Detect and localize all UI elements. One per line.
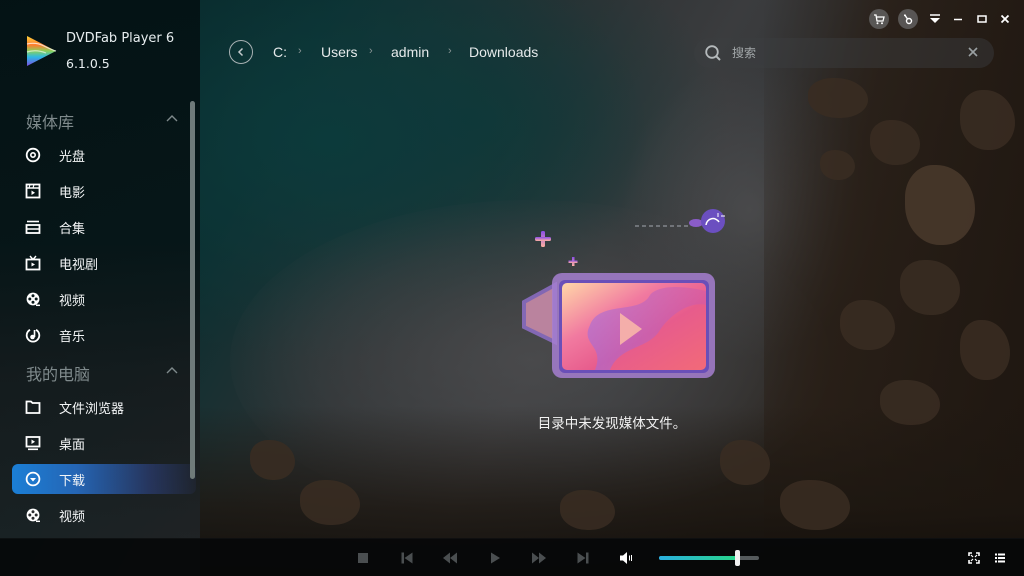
background-rock xyxy=(820,150,855,180)
maximize-icon xyxy=(977,15,987,23)
sidebar-item-label: 视频 xyxy=(59,293,86,309)
rewind-button[interactable] xyxy=(442,551,458,565)
menu-dropdown-icon xyxy=(930,14,940,23)
key-icon xyxy=(903,14,913,25)
background-rock xyxy=(250,440,295,480)
section-heading-media-library[interactable]: 媒体库 xyxy=(26,109,74,133)
background-rock xyxy=(808,78,868,118)
app-logo-icon xyxy=(26,36,57,66)
app-version: 6.1.0.5 xyxy=(66,56,110,71)
minimize-icon xyxy=(954,18,962,21)
back-button[interactable] xyxy=(229,40,253,64)
sidebar-item-desktop[interactable]: 桌面 xyxy=(12,428,196,458)
sidebar-item-label: 电影 xyxy=(59,185,86,201)
cart-icon xyxy=(874,14,885,25)
sidebar-item-disc[interactable]: 光盘 xyxy=(12,140,196,170)
tv-icon xyxy=(25,255,41,271)
search-box xyxy=(694,38,994,68)
sidebar-item-downloads[interactable]: 下载 xyxy=(12,464,196,494)
breadcrumb-separator: › xyxy=(448,45,452,57)
sidebar-item-label: 桌面 xyxy=(59,437,86,453)
sidebar-item-music[interactable]: 音乐 xyxy=(12,320,196,350)
desktop-icon xyxy=(25,435,41,451)
stop-icon xyxy=(358,553,368,563)
sidebar-item-label: 视频 xyxy=(59,509,86,525)
volume-icon xyxy=(620,552,632,564)
section-heading-my-computer[interactable]: 我的电脑 xyxy=(26,361,90,385)
sidebar-item-label: 下载 xyxy=(59,473,86,489)
fullscreen-button[interactable] xyxy=(966,551,982,565)
film-reel-icon xyxy=(25,507,41,523)
breadcrumb-separator: › xyxy=(369,45,373,57)
sidebar-item-movies[interactable]: 电影 xyxy=(12,176,196,206)
sidebar-item-label: 电视剧 xyxy=(59,257,99,273)
breadcrumb-item[interactable]: C: xyxy=(273,44,287,60)
search-input[interactable] xyxy=(732,43,952,63)
next-icon xyxy=(577,552,589,564)
disc-icon xyxy=(25,147,41,163)
sidebar-item-videos[interactable]: 视频 xyxy=(12,284,196,314)
next-button[interactable] xyxy=(575,551,591,565)
film-reel-icon xyxy=(25,291,41,307)
collection-icon xyxy=(25,219,41,235)
sidebar-item-label: 音乐 xyxy=(59,329,86,345)
sidebar-item-label: 合集 xyxy=(59,221,86,237)
sidebar: DVDFab Player 6 6.1.0.5 媒体库 光盘 电影 合集 电视剧… xyxy=(0,0,200,538)
sparkle-icon xyxy=(568,257,578,266)
app-title: DVDFab Player 6 xyxy=(66,31,175,46)
movie-icon xyxy=(25,183,41,199)
music-icon xyxy=(25,327,41,343)
chevron-left-icon xyxy=(237,47,244,57)
breadcrumb-separator: › xyxy=(298,45,302,57)
play-icon xyxy=(491,552,500,564)
fast-forward-icon xyxy=(532,552,546,564)
minimize-button[interactable] xyxy=(951,9,965,29)
clear-search-icon[interactable] xyxy=(966,45,980,59)
mute-button[interactable] xyxy=(619,551,635,565)
volume-slider[interactable] xyxy=(659,550,759,566)
settings-menu-button[interactable] xyxy=(928,9,942,29)
playlist-button[interactable] xyxy=(992,551,1008,565)
rewind-icon xyxy=(443,552,457,564)
sidebar-item-tv-shows[interactable]: 电视剧 xyxy=(12,248,196,278)
volume-slider-thumb[interactable] xyxy=(735,550,740,566)
background-rock xyxy=(560,490,615,530)
stop-button[interactable] xyxy=(355,551,371,565)
sidebar-item-collections[interactable]: 合集 xyxy=(12,212,196,242)
maximize-button[interactable] xyxy=(975,9,989,29)
planet-icon xyxy=(689,209,725,233)
play-button[interactable] xyxy=(487,551,503,565)
sparkle-icon xyxy=(535,231,551,247)
register-button[interactable] xyxy=(898,9,918,29)
sidebar-item-videos-folder[interactable]: 视频 xyxy=(12,500,196,530)
player-control-bar xyxy=(0,538,1024,576)
close-icon xyxy=(1000,14,1010,24)
previous-icon xyxy=(401,552,413,564)
search-icon xyxy=(705,45,721,61)
breadcrumb-item[interactable]: Users xyxy=(321,44,358,60)
volume-slider-fill xyxy=(659,556,737,560)
chevron-up-icon[interactable] xyxy=(165,112,179,126)
breadcrumb-item-current[interactable]: Downloads xyxy=(469,44,538,60)
fast-forward-button[interactable] xyxy=(531,551,547,565)
close-button[interactable] xyxy=(998,9,1012,29)
empty-state-message: 目录中未发现媒体文件。 xyxy=(537,416,687,432)
sidebar-item-label: 光盘 xyxy=(59,149,86,165)
previous-button[interactable] xyxy=(399,551,415,565)
camera-lens xyxy=(522,281,557,346)
playlist-icon xyxy=(995,553,1005,563)
chevron-up-icon[interactable] xyxy=(165,364,179,378)
store-button[interactable] xyxy=(869,9,889,29)
download-icon xyxy=(25,471,41,487)
breadcrumb-item[interactable]: admin xyxy=(391,44,429,60)
empty-folder-illustration xyxy=(522,209,725,378)
fullscreen-icon xyxy=(968,552,980,564)
